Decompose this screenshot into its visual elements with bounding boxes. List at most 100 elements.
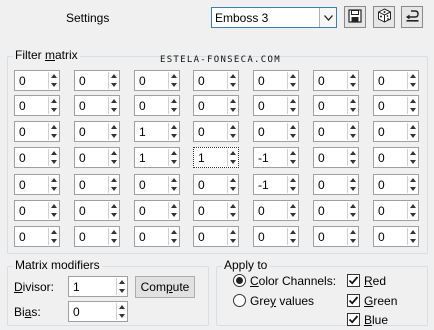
matrix-cell-spinner[interactable] <box>108 202 118 219</box>
spin-down-icon[interactable] <box>408 211 417 220</box>
matrix-cell-r6-c6[interactable]: 0 <box>313 200 359 221</box>
matrix-cell-spinner[interactable] <box>407 123 417 140</box>
matrix-cell-spinner[interactable] <box>108 97 118 114</box>
spin-down-icon[interactable] <box>288 106 297 115</box>
spin-up-icon[interactable] <box>228 72 237 81</box>
matrix-cell-spinner[interactable] <box>48 149 58 166</box>
matrix-cell-r6-c3[interactable]: 0 <box>134 200 180 221</box>
matrix-cell-spinner[interactable] <box>407 228 417 245</box>
matrix-cell-r5-c5[interactable]: -1 <box>253 174 299 195</box>
spin-up-icon[interactable] <box>348 202 357 211</box>
spin-up-icon[interactable] <box>117 303 126 312</box>
spin-up-icon[interactable] <box>228 176 237 185</box>
matrix-cell-spinner[interactable] <box>48 97 58 114</box>
matrix-cell-spinner[interactable] <box>287 97 297 114</box>
matrix-cell-r3-c3[interactable]: 1 <box>134 121 180 142</box>
matrix-cell-r1-c3[interactable]: 0 <box>134 70 180 91</box>
matrix-cell-r7-c3[interactable]: 0 <box>134 226 180 247</box>
spin-up-icon[interactable] <box>348 149 357 158</box>
bias-input[interactable]: 0 <box>68 301 128 322</box>
spin-down-icon[interactable] <box>288 211 297 220</box>
matrix-cell-r2-c1[interactable]: 0 <box>14 95 60 116</box>
matrix-cell-r7-c4[interactable]: 0 <box>193 226 239 247</box>
matrix-cell-spinner[interactable] <box>287 72 297 89</box>
spin-down-icon[interactable] <box>109 158 118 167</box>
spin-up-icon[interactable] <box>288 202 297 211</box>
matrix-cell-spinner[interactable] <box>407 97 417 114</box>
spin-up-icon[interactable] <box>408 202 417 211</box>
spin-down-icon[interactable] <box>228 106 237 115</box>
matrix-cell-spinner[interactable] <box>168 176 178 193</box>
preset-dropdown[interactable]: Emboss 3 <box>211 7 337 28</box>
matrix-cell-spinner[interactable] <box>227 202 237 219</box>
matrix-cell-spinner[interactable] <box>168 123 178 140</box>
matrix-cell-r4-c4[interactable]: 1 <box>193 147 239 168</box>
spin-up-icon[interactable] <box>348 97 357 106</box>
matrix-cell-spinner[interactable] <box>227 228 237 245</box>
spin-up-icon[interactable] <box>169 176 178 185</box>
matrix-cell-spinner[interactable] <box>48 72 58 89</box>
spin-up-icon[interactable] <box>348 228 357 237</box>
grey-values-radio[interactable] <box>233 294 246 307</box>
matrix-cell-r1-c1[interactable]: 0 <box>14 70 60 91</box>
matrix-cell-spinner[interactable] <box>407 149 417 166</box>
spin-up-icon[interactable] <box>49 97 58 106</box>
spin-down-icon[interactable] <box>169 158 178 167</box>
spin-down-icon[interactable] <box>408 237 417 246</box>
spin-down-icon[interactable] <box>169 185 178 194</box>
matrix-cell-spinner[interactable] <box>407 202 417 219</box>
color-channels-radio[interactable] <box>233 274 246 287</box>
matrix-cell-r1-c6[interactable]: 0 <box>313 70 359 91</box>
matrix-cell-r6-c2[interactable]: 0 <box>74 200 120 221</box>
matrix-cell-r1-c7[interactable]: 0 <box>373 70 419 91</box>
matrix-cell-spinner[interactable] <box>347 202 357 219</box>
spin-up-icon[interactable] <box>109 202 118 211</box>
spin-up-icon[interactable] <box>169 72 178 81</box>
spin-up-icon[interactable] <box>288 176 297 185</box>
spin-down-icon[interactable] <box>169 106 178 115</box>
spin-up-icon[interactable] <box>169 97 178 106</box>
matrix-cell-spinner[interactable] <box>168 202 178 219</box>
spin-down-icon[interactable] <box>408 185 417 194</box>
matrix-cell-r1-c5[interactable]: 0 <box>253 70 299 91</box>
matrix-cell-r4-c5[interactable]: -1 <box>253 147 299 168</box>
spin-up-icon[interactable] <box>348 123 357 132</box>
matrix-cell-r7-c5[interactable]: 0 <box>253 226 299 247</box>
matrix-cell-spinner[interactable] <box>48 228 58 245</box>
matrix-cell-spinner[interactable] <box>287 149 297 166</box>
spin-up-icon[interactable] <box>109 149 118 158</box>
spin-down-icon[interactable] <box>348 211 357 220</box>
matrix-cell-spinner[interactable] <box>108 72 118 89</box>
spin-down-icon[interactable] <box>169 132 178 141</box>
spin-down-icon[interactable] <box>288 158 297 167</box>
spin-up-icon[interactable] <box>49 176 58 185</box>
matrix-cell-spinner[interactable] <box>227 123 237 140</box>
matrix-cell-spinner[interactable] <box>227 72 237 89</box>
matrix-cell-r3-c6[interactable]: 0 <box>313 121 359 142</box>
matrix-cell-spinner[interactable] <box>108 228 118 245</box>
spin-up-icon[interactable] <box>169 149 178 158</box>
matrix-cell-r1-c4[interactable]: 0 <box>193 70 239 91</box>
spin-down-icon[interactable] <box>49 185 58 194</box>
spin-down-icon[interactable] <box>408 158 417 167</box>
matrix-cell-r7-c2[interactable]: 0 <box>74 226 120 247</box>
spin-up-icon[interactable] <box>228 123 237 132</box>
matrix-cell-spinner[interactable] <box>287 123 297 140</box>
matrix-cell-r2-c5[interactable]: 0 <box>253 95 299 116</box>
spin-up-icon[interactable] <box>169 202 178 211</box>
spin-down-icon[interactable] <box>49 132 58 141</box>
matrix-cell-spinner[interactable] <box>287 176 297 193</box>
matrix-cell-spinner[interactable] <box>108 123 118 140</box>
matrix-cell-r5-c7[interactable]: 0 <box>373 174 419 195</box>
matrix-cell-r3-c7[interactable]: 0 <box>373 121 419 142</box>
spin-up-icon[interactable] <box>109 123 118 132</box>
matrix-cell-spinner[interactable] <box>347 72 357 89</box>
spin-up-icon[interactable] <box>288 123 297 132</box>
spin-up-icon[interactable] <box>348 176 357 185</box>
spin-down-icon[interactable] <box>49 237 58 246</box>
spin-down-icon[interactable] <box>109 237 118 246</box>
spin-up-icon[interactable] <box>228 228 237 237</box>
spin-up-icon[interactable] <box>348 72 357 81</box>
spin-up-icon[interactable] <box>49 149 58 158</box>
spin-down-icon[interactable] <box>228 211 237 220</box>
